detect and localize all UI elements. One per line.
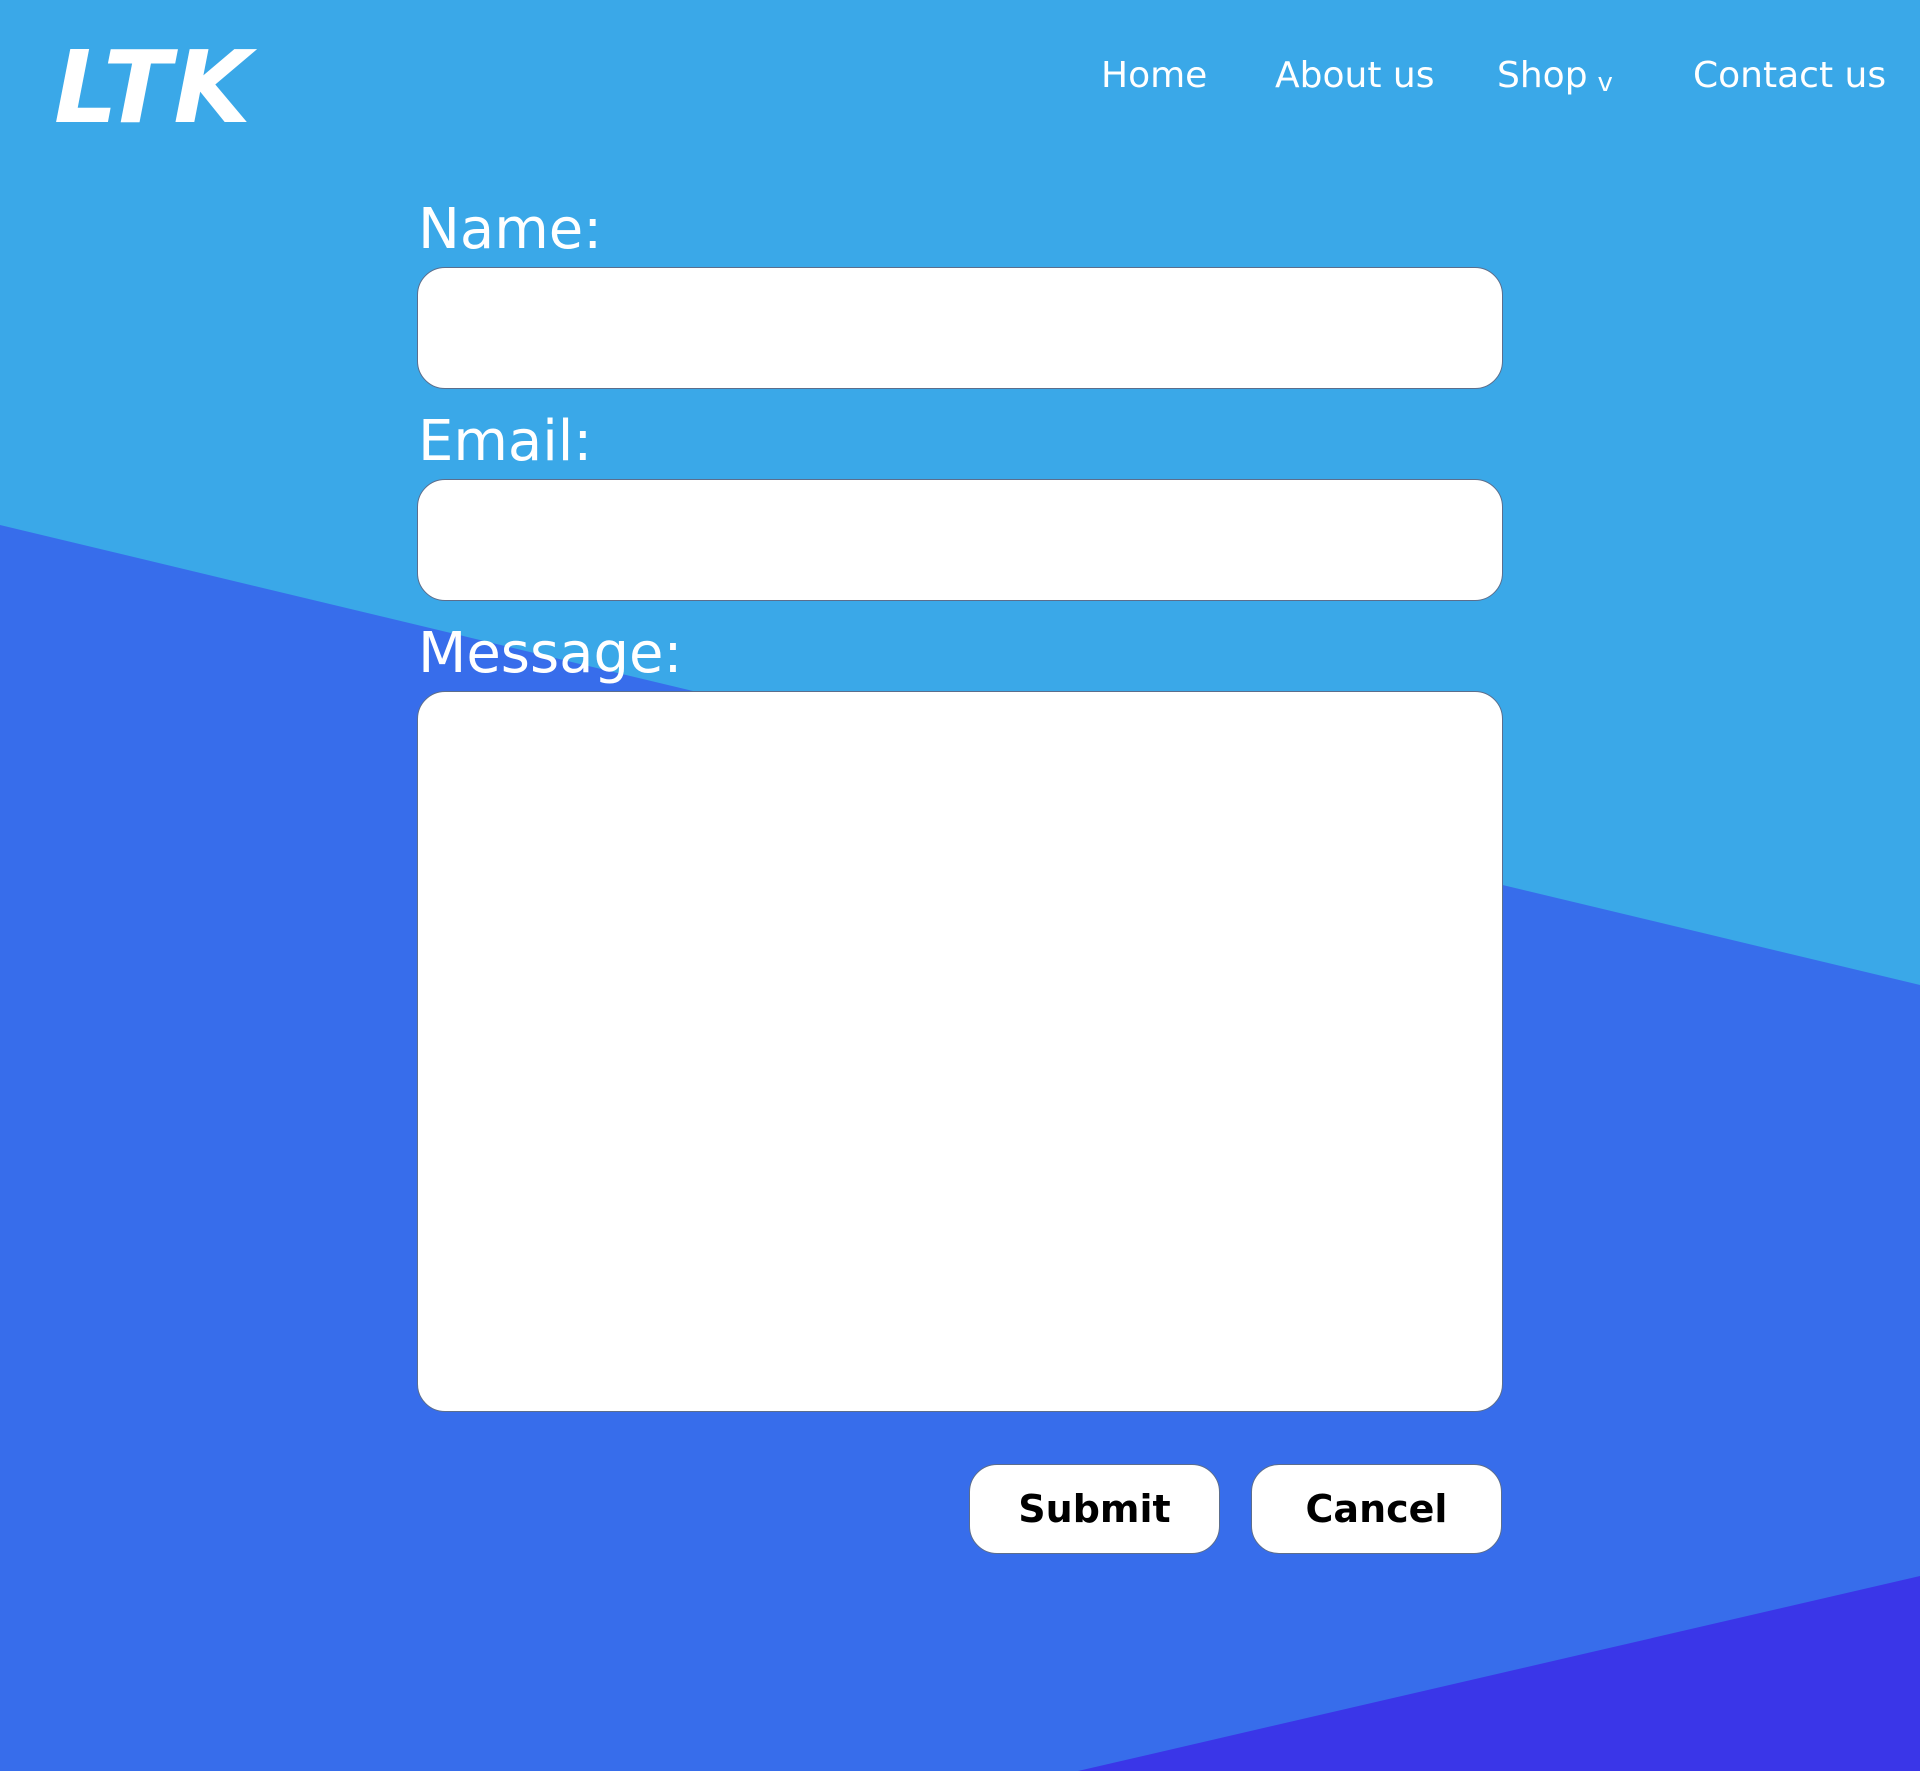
submit-button[interactable]: Submit <box>969 1464 1220 1554</box>
email-label: Email: <box>418 409 593 474</box>
nav-dropdown-shop[interactable]: Shop v <box>1497 52 1613 100</box>
message-field[interactable] <box>417 691 1503 1412</box>
name-field[interactable] <box>417 267 1503 389</box>
message-label: Message: <box>418 621 683 686</box>
site-header: LTK Home About us Shop v Contact us <box>0 0 1920 160</box>
chevron-down-icon: v <box>1597 68 1613 98</box>
nav-link-about[interactable]: About us <box>1275 52 1434 100</box>
nav-link-home[interactable]: Home <box>1101 52 1207 100</box>
name-label: Name: <box>418 197 603 262</box>
cancel-button[interactable]: Cancel <box>1251 1464 1502 1554</box>
logo[interactable]: LTK <box>54 28 253 148</box>
email-field[interactable] <box>417 479 1503 601</box>
nav-shop-label: Shop <box>1497 55 1588 96</box>
nav-link-contact[interactable]: Contact us <box>1693 52 1886 100</box>
